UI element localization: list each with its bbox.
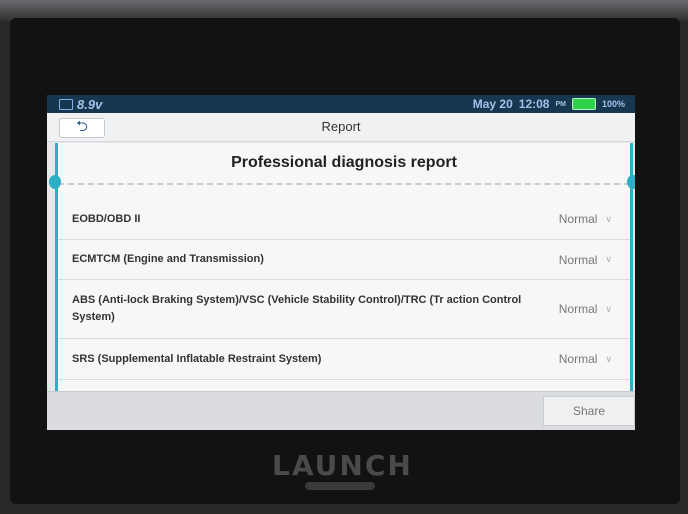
report-list: EOBD/OBD II Normal ∨ ECMTCM (Engine and …: [58, 199, 630, 380]
chevron-down-icon: ∨: [605, 213, 612, 224]
status-time-suffix: PM: [555, 100, 566, 108]
page-title: Report: [321, 119, 361, 134]
row-status-text: Normal: [558, 212, 598, 226]
row-status-text: Normal: [558, 352, 598, 366]
report-row-ecmtcm[interactable]: ECMTCM (Engine and Transmission) Normal …: [58, 240, 630, 280]
title-bar: ⮌ Report: [47, 113, 635, 142]
voltage-value: 8.9v: [77, 97, 103, 112]
battery-icon: [571, 98, 596, 110]
report-row-eobd[interactable]: EOBD/OBD II Normal ∨: [58, 199, 630, 240]
row-label: SRS (Supplemental Inflatable Restraint S…: [72, 352, 322, 365]
row-status[interactable]: Normal ∨: [559, 302, 612, 316]
row-status[interactable]: Normal ∨: [559, 352, 612, 366]
voltage-indicator: 8.9v: [59, 97, 102, 112]
report-card: Professional diagnosis report EOBD/OBD I…: [49, 143, 635, 391]
chevron-down-icon: ∨: [605, 254, 612, 264]
chevron-down-icon: ∨: [605, 303, 612, 314]
row-label: ABS (Anti-lock Braking System)/VSC (Vehi…: [72, 294, 522, 323]
status-time: 12:08: [518, 97, 550, 111]
share-button[interactable]: Share: [543, 396, 635, 426]
report-row-abs[interactable]: ABS (Anti-lock Braking System)/VSC (Vehi…: [58, 280, 630, 339]
device-screen: 8.9v May 20 12:08 PM 100% ⮌ Report Profe…: [47, 95, 635, 430]
battery-percent: 100%: [601, 99, 625, 109]
card-notch-left: [49, 175, 61, 189]
brand-logo: LAUNCH: [272, 449, 413, 482]
status-right: May 20 12:08 PM 100%: [473, 97, 625, 111]
row-label: EOBD/OBD II: [72, 212, 141, 225]
row-status-text: Normal: [558, 252, 598, 267]
row-label: ECMTCM (Engine and Transmission): [72, 253, 264, 265]
status-bar: 8.9v May 20 12:08 PM 100%: [47, 95, 635, 113]
bezel-highlight: [305, 482, 375, 490]
battery-voltage-icon: [59, 99, 73, 110]
chevron-down-icon: ∨: [605, 353, 612, 364]
status-date: May 20: [472, 97, 513, 111]
report-row-srs[interactable]: SRS (Supplemental Inflatable Restraint S…: [58, 339, 630, 380]
bottom-bar: Share: [47, 391, 635, 430]
report-heading: Professional diagnosis report: [58, 143, 630, 185]
row-status[interactable]: Normal ∨: [559, 253, 612, 267]
card-notch-right: [627, 175, 635, 189]
row-status[interactable]: Normal ∨: [559, 212, 612, 226]
row-status-text: Normal: [558, 302, 598, 316]
